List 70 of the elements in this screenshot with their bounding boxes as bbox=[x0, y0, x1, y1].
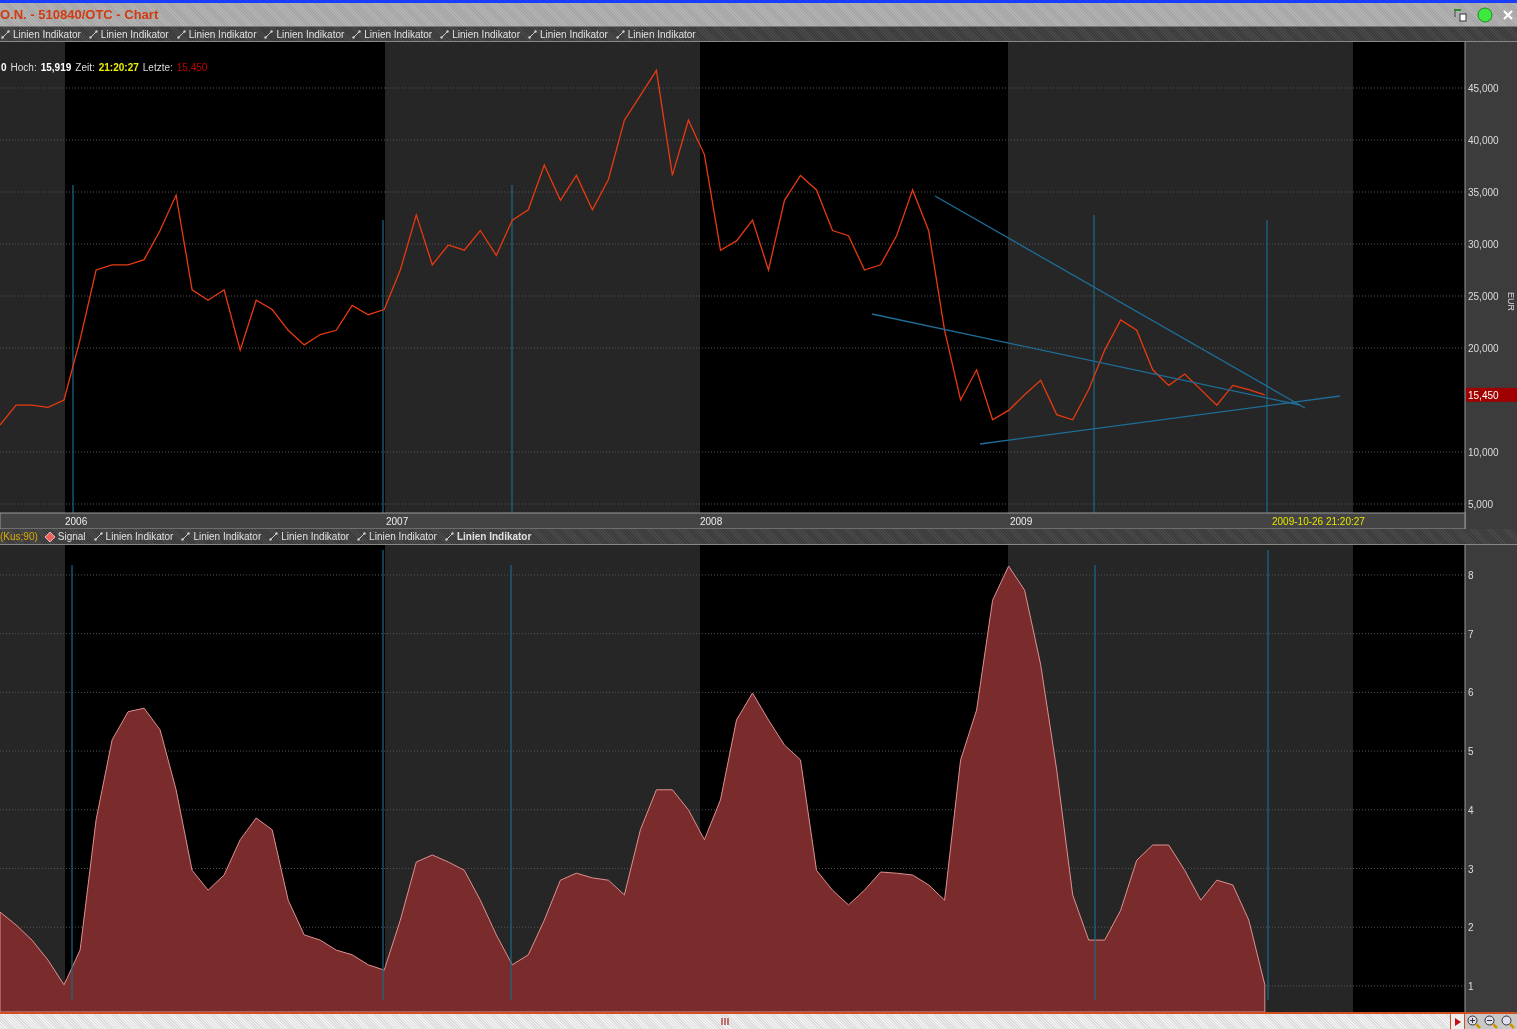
layout-icon[interactable] bbox=[1453, 7, 1467, 22]
signal-tab[interactable]: Signal bbox=[43, 531, 87, 542]
axis-label: 30,000 bbox=[1468, 239, 1499, 250]
axis-label: 3 bbox=[1468, 863, 1474, 875]
triangle-right-icon bbox=[1454, 1017, 1461, 1026]
line-indicator-tab[interactable]: Linien Indikator bbox=[92, 531, 175, 542]
line-tool-icon bbox=[181, 532, 191, 541]
scroll-right-button[interactable] bbox=[1451, 1014, 1465, 1029]
date-label: 2006 bbox=[65, 516, 88, 527]
time-label: Zeit: bbox=[75, 62, 95, 73]
indicator-parameter: (Kus;90) bbox=[0, 531, 38, 542]
axis-label: 4 bbox=[1468, 804, 1474, 816]
line-indicator-tab[interactable]: Linien Indikator bbox=[526, 28, 609, 40]
axis-label: 7 bbox=[1468, 628, 1474, 640]
line-tool-icon bbox=[1, 29, 10, 39]
axis-label: 25,000 bbox=[1468, 291, 1499, 302]
axis-label: 8 bbox=[1468, 569, 1474, 581]
status-light-icon bbox=[1477, 6, 1493, 23]
date-label: 2008 bbox=[700, 516, 723, 527]
line-tool-icon bbox=[88, 29, 98, 39]
line-indicator-tab[interactable]: Linien Indikator bbox=[0, 28, 82, 40]
diamond-icon bbox=[44, 531, 55, 542]
axis-label: 35,000 bbox=[1468, 187, 1499, 198]
axis-label: 45,000 bbox=[1468, 83, 1499, 94]
zoom-out-icon bbox=[1483, 1014, 1498, 1029]
line-tool-icon bbox=[527, 29, 537, 39]
line-indicator-tab[interactable]: Linien Indikator bbox=[180, 531, 263, 542]
line-indicator-tab[interactable]: Linien Indikator bbox=[268, 531, 351, 542]
window-title: O.N. - 510840/OTC - Chart bbox=[0, 7, 159, 22]
line-indicator-tab[interactable]: Linien Indikator bbox=[356, 531, 438, 542]
cursor-date: 2009-10-26 21:20:27 bbox=[1272, 516, 1365, 527]
line-tool-icon bbox=[269, 532, 279, 541]
time-value: 21:20:27 bbox=[98, 62, 139, 73]
axis-label: 6 bbox=[1468, 687, 1474, 699]
zoom-in-icon bbox=[1466, 1014, 1481, 1029]
line-indicator-tab[interactable]: Linien Indikator bbox=[439, 28, 521, 40]
line-tool-icon bbox=[352, 29, 362, 39]
last-value: 15,450 bbox=[176, 62, 208, 73]
scroll-grip-icon[interactable] bbox=[720, 1018, 730, 1025]
line-indicator-tab[interactable]: Linien Indikator bbox=[443, 531, 533, 542]
line-indicator-tab[interactable]: Linien Indikator bbox=[614, 28, 697, 40]
line-tool-icon bbox=[264, 29, 274, 39]
axis-label: 2 bbox=[1468, 922, 1474, 934]
line-tool-icon bbox=[176, 29, 186, 39]
axis-label: 5,000 bbox=[1468, 499, 1494, 510]
high-value: 15,919 bbox=[40, 62, 72, 73]
line-tool-icon bbox=[444, 532, 454, 541]
info-prefix: 0 bbox=[1, 62, 7, 73]
last-label: Letzte: bbox=[142, 62, 173, 73]
line-tool-icon bbox=[357, 532, 367, 541]
line-indicator-tab[interactable]: Linien Indikator bbox=[351, 28, 434, 40]
date-label: 2007 bbox=[386, 516, 409, 527]
axis-label: 20,000 bbox=[1468, 343, 1499, 354]
line-tool-icon bbox=[440, 29, 450, 39]
date-label: 2009 bbox=[1010, 516, 1033, 527]
line-tool-icon bbox=[93, 532, 103, 541]
zoom-fit-button[interactable] bbox=[1499, 1014, 1516, 1029]
axis-unit: EUR bbox=[1506, 292, 1516, 311]
axis-label: 10,000 bbox=[1468, 447, 1499, 458]
high-label: Hoch: bbox=[10, 62, 37, 73]
axis-label: 1 bbox=[1468, 980, 1474, 992]
line-tool-icon bbox=[615, 29, 625, 39]
zoom-out-button[interactable] bbox=[1482, 1014, 1499, 1029]
axis-label: 5 bbox=[1468, 746, 1474, 758]
line-indicator-tab[interactable]: Linien Indikator bbox=[87, 28, 170, 40]
line-indicator-tab[interactable]: Linien Indikator bbox=[263, 28, 346, 40]
line-indicator-tab[interactable]: Linien Indikator bbox=[175, 28, 258, 40]
search-icon bbox=[1500, 1014, 1515, 1029]
zoom-in-button[interactable] bbox=[1465, 1014, 1482, 1029]
axis-label: 40,000 bbox=[1468, 135, 1499, 146]
